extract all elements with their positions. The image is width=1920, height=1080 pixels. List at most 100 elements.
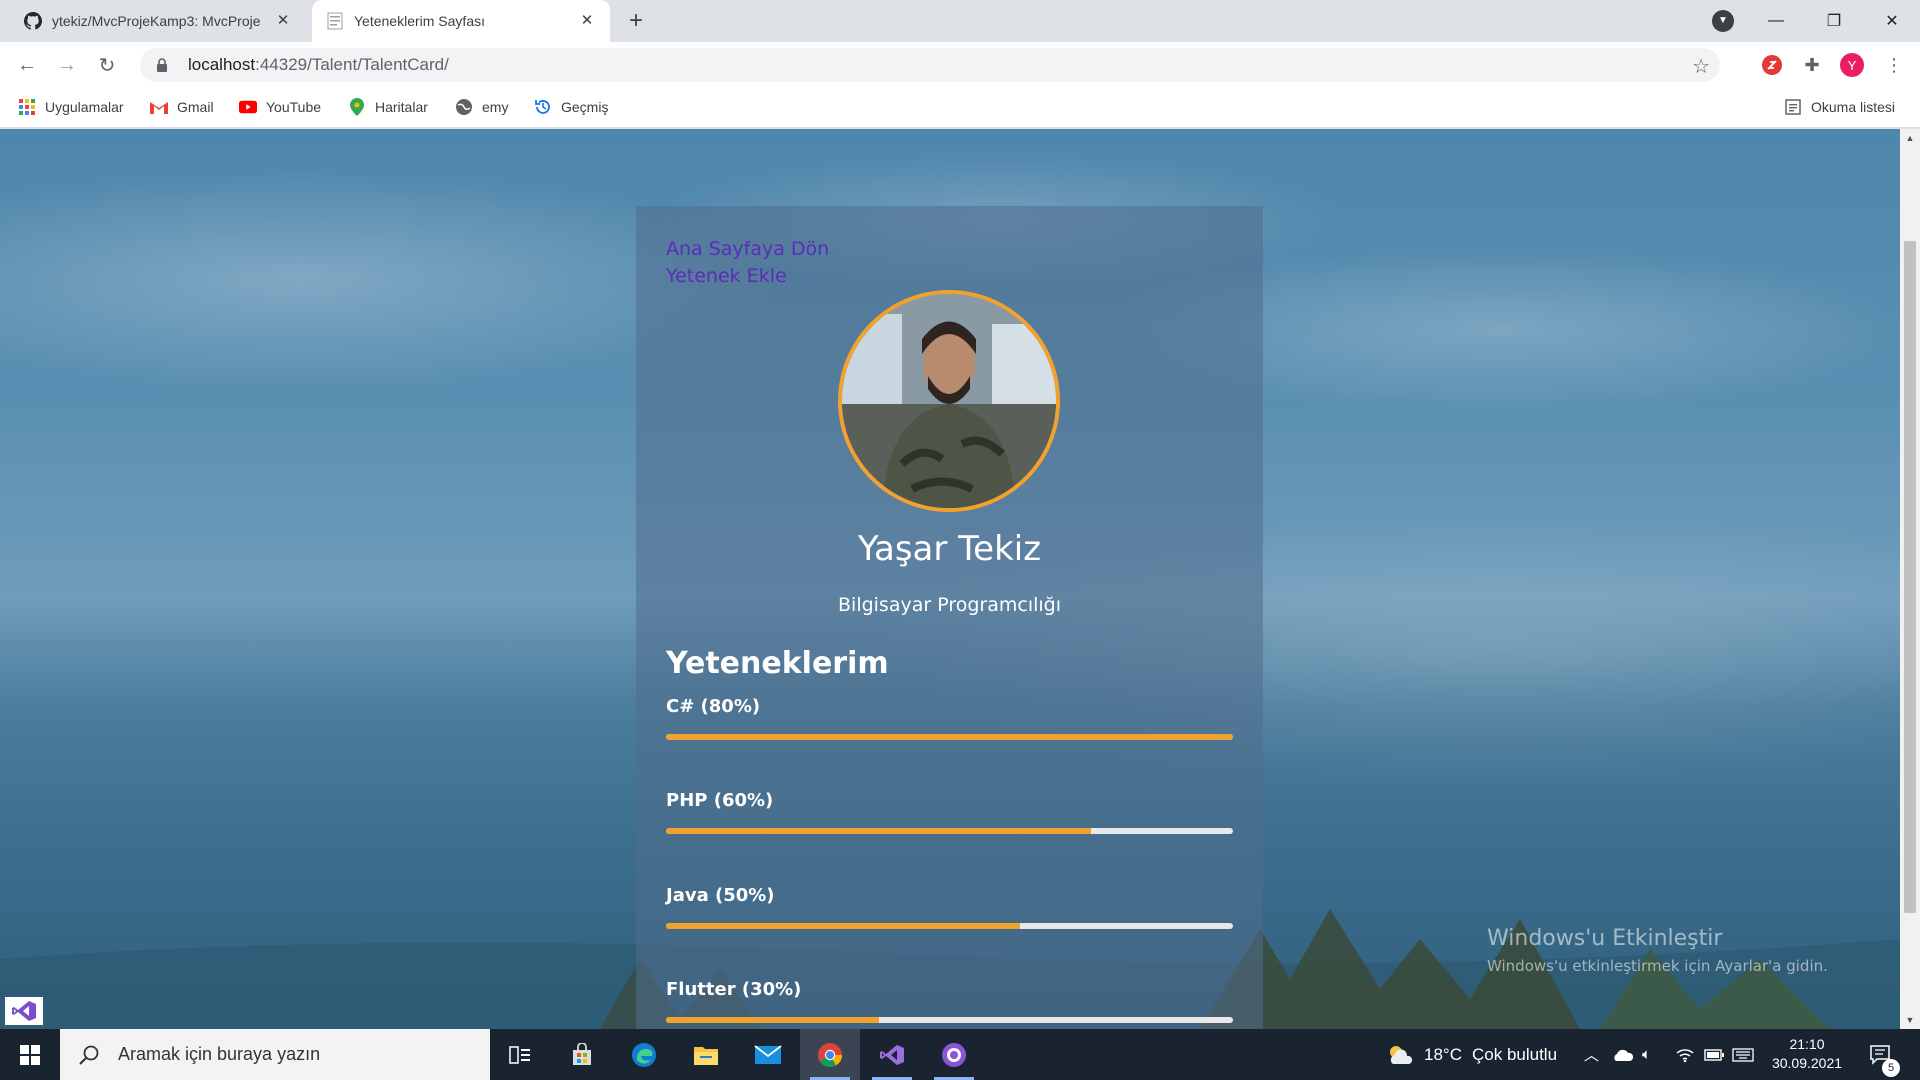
scrollbar-thumb[interactable]	[1904, 241, 1916, 913]
windows-start-icon[interactable]	[0, 1029, 60, 1080]
store-icon[interactable]	[552, 1029, 612, 1080]
mail-icon[interactable]	[738, 1029, 798, 1080]
tab-title: Yeteneklerim Sayfası	[354, 13, 485, 29]
partly-cloudy-icon	[1390, 1045, 1413, 1064]
close-window-icon[interactable]: ✕	[1864, 0, 1920, 42]
skill-item: Java (50%)	[666, 885, 1233, 929]
new-tab-button[interactable]: +	[622, 8, 650, 36]
github-desktop-icon[interactable]	[924, 1029, 984, 1080]
visual-studio-taskbar-icon[interactable]	[862, 1029, 922, 1080]
battery-icon[interactable]	[1704, 1029, 1724, 1080]
bookmark-star-icon[interactable]: ☆	[1692, 54, 1710, 79]
reading-list-icon	[1784, 98, 1802, 116]
clock-time: 21:10	[1789, 1036, 1825, 1052]
bookmark-history[interactable]: Geçmiş	[534, 98, 608, 116]
reading-list-button[interactable]: Okuma listesi	[1784, 98, 1895, 116]
task-view-icon[interactable]	[490, 1029, 550, 1080]
profile-photo	[838, 290, 1060, 512]
url-path: :44329/Talent/TalentCard/	[255, 55, 449, 74]
person-photo-icon	[842, 294, 1056, 508]
page-viewport: Ana Sayfaya Dön Yetenek Ekle Yaşar Tekiz…	[0, 129, 1900, 1029]
scroll-down-icon[interactable]: ▼	[1905, 1015, 1915, 1025]
tab-search-icon[interactable]: ▼	[1712, 10, 1734, 32]
tab-title: ytekiz/MvcProjeKamp3: MvcProje	[52, 13, 261, 29]
skill-label: PHP (60%)	[666, 790, 774, 811]
wifi-icon[interactable]	[1676, 1029, 1694, 1080]
restore-icon[interactable]: ❐	[1806, 0, 1862, 42]
onedrive-icon[interactable]	[1612, 1029, 1634, 1080]
bookmark-label: Geçmiş	[561, 99, 609, 115]
url-host: localhost	[188, 55, 256, 74]
bookmark-label: Haritalar	[375, 99, 428, 115]
volume-icon[interactable]: 🔈︎	[1642, 1029, 1651, 1080]
talent-card: Ana Sayfaya Dön Yetenek Ekle Yaşar Tekiz…	[636, 206, 1263, 1029]
show-hidden-icons[interactable]: ︿	[1584, 1029, 1599, 1080]
lock-icon[interactable]	[156, 57, 172, 73]
scroll-up-icon[interactable]: ▲	[1905, 133, 1915, 143]
skill-item: Flutter (30%)	[666, 979, 1233, 1023]
skill-progress-fill	[666, 923, 1021, 929]
skill-item: C# (80%)	[666, 696, 1233, 740]
close-tab-icon[interactable]: ✕	[578, 12, 596, 30]
tab-talents[interactable]: Yeteneklerim Sayfası ✕	[312, 0, 610, 42]
bookmark-label: emy	[482, 99, 509, 115]
forward-icon[interactable]: →	[53, 51, 81, 79]
page-icon	[326, 12, 344, 30]
browser-tab-bar: ytekiz/MvcProjeKamp3: MvcProje ✕ Yetenek…	[0, 0, 1920, 42]
github-icon	[24, 12, 42, 30]
notification-count: 5	[1882, 1059, 1900, 1077]
skill-progress-fill	[666, 828, 1092, 834]
skill-label: Flutter (30%)	[666, 979, 802, 1000]
skill-label: C# (80%)	[666, 696, 761, 717]
notifications-button[interactable]: 5	[1870, 1029, 1900, 1080]
visual-studio-badge[interactable]	[5, 997, 43, 1025]
skill-label: Java (50%)	[666, 885, 775, 906]
bookmark-label: YouTube	[266, 99, 322, 115]
chrome-icon[interactable]	[800, 1029, 860, 1080]
bookmarks-bar: Uygulamalar Gmail YouTube Haritalar emy …	[0, 88, 1920, 128]
bookmark-gmail[interactable]: Gmail	[150, 98, 214, 116]
file-explorer-icon[interactable]	[676, 1029, 736, 1080]
close-tab-icon[interactable]: ✕	[274, 12, 292, 30]
minimize-icon[interactable]: —	[1748, 0, 1804, 42]
bookmark-emy[interactable]: emy	[455, 98, 508, 116]
back-to-home-link[interactable]: Ana Sayfaya Dön	[666, 236, 829, 263]
weather-description: Çok bulutlu	[1471, 1044, 1558, 1064]
extension-icon[interactable]	[1760, 53, 1784, 77]
extensions-puzzle-icon[interactable]: ✚	[1800, 53, 1824, 77]
edge-icon[interactable]	[614, 1029, 674, 1080]
skill-progress-fill	[666, 1017, 879, 1023]
windows-taskbar: Aramak için buraya yazın 18°C Çok bulutl…	[0, 1029, 1920, 1080]
bookmark-youtube[interactable]: YouTube	[239, 98, 321, 116]
taskbar-search-box[interactable]: Aramak için buraya yazın	[60, 1029, 490, 1080]
globe-icon	[455, 98, 473, 116]
gmail-icon	[150, 98, 168, 116]
youtube-icon	[239, 98, 257, 116]
tab-github[interactable]: ytekiz/MvcProjeKamp3: MvcProje ✕	[10, 0, 306, 42]
weather-widget[interactable]: 18°C Çok bulutlu	[1386, 1029, 1557, 1080]
apps-grid-icon	[18, 98, 36, 116]
skills-heading: Yeteneklerim	[666, 646, 889, 681]
profile-avatar[interactable]: Y	[1840, 53, 1864, 77]
profile-initial: Y	[1840, 53, 1864, 77]
skill-progress-bar	[666, 1017, 1233, 1023]
page-scrollbar[interactable]: ▲ ▼	[1900, 129, 1920, 1029]
skill-progress-bar	[666, 734, 1233, 740]
address-bar[interactable]: localhost:44329/Talent/TalentCard/ ☆	[140, 48, 1720, 82]
reload-icon[interactable]: ↻	[93, 51, 121, 79]
system-clock[interactable]: 21:10 30.09.2021	[1760, 1035, 1854, 1073]
bookmark-apps[interactable]: Uygulamalar	[18, 98, 124, 116]
keyboard-icon[interactable]	[1732, 1029, 1754, 1080]
profile-title: Bilgisayar Programcılığı	[838, 594, 1061, 616]
weather-temperature: 18°C	[1424, 1044, 1462, 1064]
search-icon	[79, 1045, 99, 1065]
visual-studio-icon	[12, 1001, 36, 1021]
search-placeholder: Aramak için buraya yazın	[118, 1044, 321, 1064]
skill-progress-fill	[666, 734, 1233, 740]
clock-date: 30.09.2021	[1771, 1055, 1843, 1071]
bookmark-label: Uygulamalar	[45, 99, 124, 115]
bookmark-maps[interactable]: Haritalar	[348, 98, 428, 116]
menu-kebab-icon[interactable]: ⋮	[1882, 53, 1906, 77]
back-icon[interactable]: ←	[13, 51, 41, 79]
add-skill-link[interactable]: Yetenek Ekle	[666, 263, 829, 290]
